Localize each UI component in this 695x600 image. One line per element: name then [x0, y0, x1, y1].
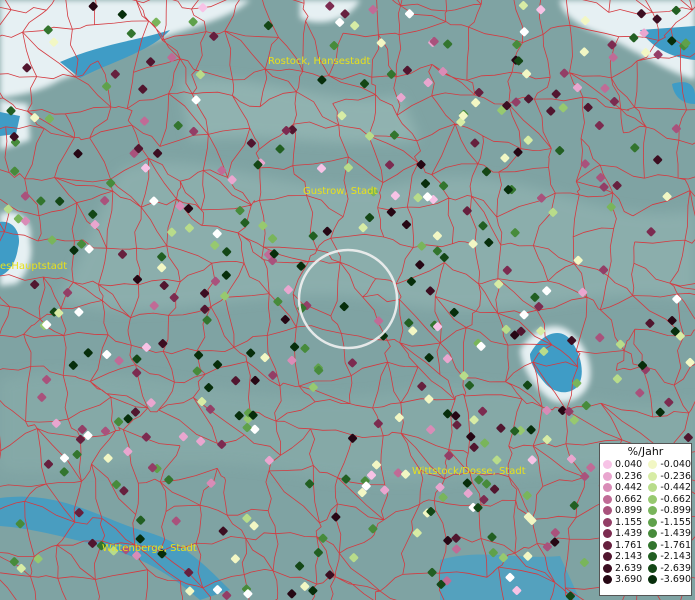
legend-value: 0.442: [615, 482, 643, 493]
legend-value: 2.143: [615, 551, 643, 562]
map-canvas[interactable]: Rostock, Hansestadt Gustrow, Stadt esHau…: [0, 0, 695, 600]
legend-value: 1.761: [615, 539, 643, 551]
legend-row: -3.690: [645, 574, 691, 586]
legend-value: -1.761: [660, 539, 691, 551]
legend-swatch: [603, 506, 612, 516]
legend-value: 3.690: [615, 574, 643, 585]
legend-columns: 0.040 0.236 0.442 0.662 0.899 1.155 1.439 1.761…: [600, 459, 691, 586]
legend-row: 3.690: [600, 574, 645, 586]
legend-swatch: [648, 494, 658, 504]
legend-value: 2.639: [615, 562, 643, 574]
legend-negative-column: -0.040 -0.236 -0.442 -0.662 -0.899 -1.155 -1.4…: [645, 459, 691, 586]
legend-swatch: [648, 529, 658, 539]
city-label-rostock: Rostock, Hansestadt: [268, 56, 370, 67]
legend-value: -0.442: [660, 482, 691, 493]
legend-row: -0.899: [645, 505, 691, 517]
legend-swatch: [648, 563, 658, 573]
legend-value: -1.155: [660, 516, 691, 528]
legend-row: 1.439: [600, 528, 645, 540]
legend-swatch: [603, 575, 612, 585]
legend-swatch: [648, 471, 658, 481]
legend-row: 0.442: [600, 482, 645, 494]
legend-swatch: [603, 563, 612, 573]
legend-value: 0.899: [615, 505, 643, 516]
legend-row: 0.040: [600, 459, 645, 471]
legend-swatch: [648, 575, 658, 585]
legend: %/Jahr 0.040 0.236 0.442 0.662 0.899 1.155 1.4…: [599, 443, 692, 596]
legend-swatch: [648, 517, 658, 527]
legend-row: 0.662: [600, 494, 645, 506]
legend-value: 0.236: [615, 470, 643, 482]
legend-row: -2.639: [645, 563, 691, 575]
legend-value: -0.662: [660, 493, 691, 505]
legend-row: -1.439: [645, 528, 691, 540]
legend-row: 1.155: [600, 517, 645, 529]
legend-swatch: [648, 540, 658, 550]
legend-title: %/Jahr: [627, 445, 664, 458]
legend-swatch: [648, 483, 658, 493]
legend-swatch: [603, 540, 612, 550]
legend-value: -0.899: [660, 505, 691, 516]
legend-value: -3.690: [660, 574, 691, 585]
legend-swatch: [603, 483, 612, 493]
legend-swatch: [603, 517, 612, 527]
legend-value: -0.236: [660, 470, 691, 482]
legend-row: -2.143: [645, 551, 691, 563]
city-label-gustrow: Gustrow, Stadt: [303, 186, 378, 197]
legend-value: 1.155: [615, 516, 643, 528]
legend-row: -0.442: [645, 482, 691, 494]
legend-row: -1.761: [645, 540, 691, 552]
legend-value: -1.439: [660, 528, 691, 539]
legend-swatch: [603, 471, 612, 481]
legend-swatch: [648, 460, 658, 470]
legend-row: -0.236: [645, 471, 691, 483]
legend-value: 1.439: [615, 528, 643, 539]
legend-swatch: [648, 506, 658, 516]
legend-value: -2.143: [660, 551, 691, 562]
legend-row: 2.143: [600, 551, 645, 563]
legend-row: 2.639: [600, 563, 645, 575]
legend-swatch: [603, 552, 612, 562]
legend-row: 0.236: [600, 471, 645, 483]
legend-value: 0.040: [615, 459, 643, 470]
legend-row: -0.040: [645, 459, 691, 471]
legend-row: -1.155: [645, 517, 691, 529]
legend-row: 0.899: [600, 505, 645, 517]
legend-positive-column: 0.040 0.236 0.442 0.662 0.899 1.155 1.439 1.761…: [600, 459, 645, 586]
city-label-wittstock: Wittstock/Dosse, Stadt: [412, 466, 526, 477]
legend-swatch: [648, 552, 658, 562]
legend-row: -0.662: [645, 494, 691, 506]
city-label-hauptstadt: esHauptstadt: [0, 261, 67, 272]
legend-swatch: [603, 529, 612, 539]
city-label-wittenberge: Wittenberge, Stadt: [102, 543, 197, 554]
legend-value: 0.662: [615, 493, 643, 505]
legend-value: -0.040: [660, 459, 691, 470]
legend-value: -2.639: [660, 562, 691, 574]
legend-row: 1.761: [600, 540, 645, 552]
legend-swatch: [603, 460, 612, 470]
legend-swatch: [603, 494, 612, 504]
